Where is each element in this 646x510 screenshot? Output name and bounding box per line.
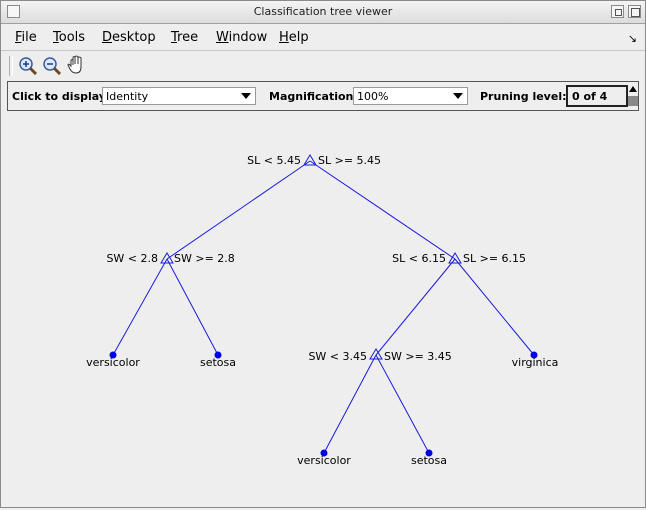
n6-left-label: SW < 3.45 [308,350,367,363]
n2-right-label: SW >= 2.8 [174,252,235,265]
edge-n3-l3 [454,258,535,356]
window-menu-button[interactable] [7,5,20,18]
pruning-spinner[interactable] [628,85,638,107]
root-right-label: SL >= 5.45 [318,154,381,167]
pruning-level-field[interactable]: 0 of 4 [566,85,628,107]
display-select[interactable]: Identity [102,87,256,105]
maximize-icon [631,8,640,17]
n2-left-label: SW < 2.8 [106,252,158,265]
menu-tree-label: ree [177,30,199,45]
edge-n6-l5 [375,354,430,454]
zoom-in-icon [19,57,38,76]
magnification-value: 100% [357,90,389,103]
display-value: Identity [106,90,149,103]
menu-tools-label: ools [58,30,86,45]
edge-n3-n6 [375,258,456,356]
tree-canvas[interactable]: SL < 5.45 SL >= 5.45 SW < 2.8 SW >= 2.8 … [1,112,645,507]
classification-tree-viewer-window: Classification tree viewer File Tools De… [0,0,646,508]
magnification-label: Magnification: [269,90,358,103]
menu-help-label: elp [288,30,309,45]
menu-desktop[interactable]: Desktop [102,30,156,45]
window-title: Classification tree viewer [253,5,393,18]
controls-panel: Click to display: Identity Magnification… [7,81,639,111]
edge-root-n2 [166,160,311,260]
menu-window[interactable]: Window [216,30,267,45]
leaf-l3-label: virginica [512,356,559,369]
menu-help-accel: H [279,30,289,45]
edge-n2-l1 [112,258,168,356]
spinner-up-icon[interactable] [629,86,637,92]
edge-n6-l4 [323,354,377,454]
toolbar [1,51,645,79]
dock-arrow-icon[interactable]: ↘ [628,32,637,45]
zoom-out-icon [43,57,62,76]
pan-button[interactable] [66,55,88,75]
leaf-l5-label: setosa [411,454,447,467]
display-label: Click to display: [12,90,111,103]
zoom-in-button[interactable] [17,55,39,76]
minimize-icon [615,9,622,16]
menu-tree[interactable]: Tree [171,30,198,45]
maximize-button[interactable] [628,5,641,18]
leaf-l1-label: versicolor [86,356,140,369]
node-n3[interactable] [448,252,462,264]
menu-desktop-label: esktop [112,30,156,45]
leaf-l2-label: setosa [200,356,236,369]
chevron-down-icon [241,93,251,99]
leaf-l4-label: versicolor [297,454,351,467]
n6-right-label: SW >= 3.45 [384,350,452,363]
title-bar[interactable]: Classification tree viewer [1,1,645,24]
menu-desktop-accel: D [102,30,113,45]
menu-tools[interactable]: Tools [53,30,85,45]
root-left-label: SL < 5.45 [247,154,301,167]
spinner-down-bar[interactable] [628,96,638,106]
n3-right-label: SL >= 6.15 [463,252,526,265]
chevron-down-icon [453,93,463,99]
minimize-button[interactable] [611,5,624,18]
node-n2[interactable] [160,252,174,264]
n3-left-label: SL < 6.15 [392,252,446,265]
edge-n2-l2 [166,258,219,356]
pruning-value: 0 of 4 [572,90,608,103]
pruning-label: Pruning level: [480,90,567,103]
menu-window-label: indow [228,30,268,45]
edge-root-n3 [309,160,456,260]
toolbar-grip[interactable] [9,56,13,76]
menu-file-label: ile [21,30,37,45]
menu-bar: File Tools Desktop Tree Window Help ↘ [1,24,645,50]
pan-hand-icon [67,55,82,74]
menu-help[interactable]: Help [279,30,309,45]
tree-diagram[interactable]: SL < 5.45 SL >= 5.45 SW < 2.8 SW >= 2.8 … [1,112,645,507]
magnification-select[interactable]: 100% [353,87,468,105]
menu-file[interactable]: File [15,30,37,45]
zoom-out-button[interactable] [41,55,63,76]
menu-window-accel: W [216,30,229,45]
